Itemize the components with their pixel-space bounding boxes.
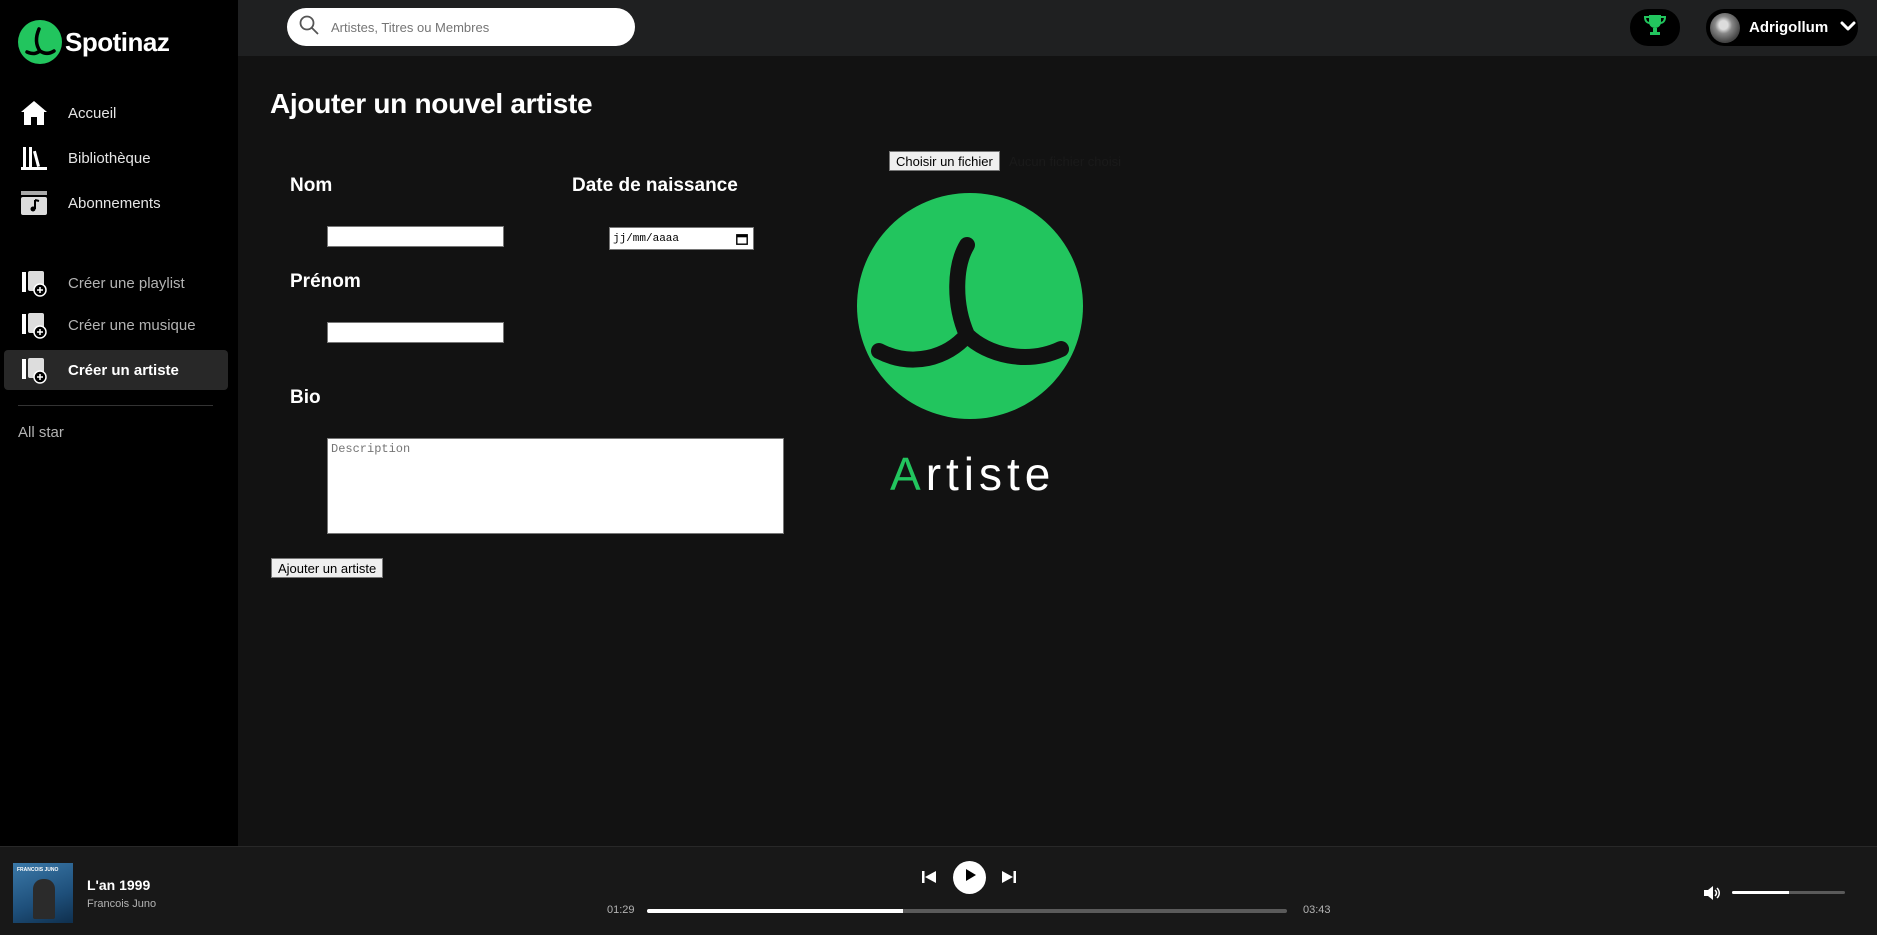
volume-fill: [1732, 891, 1789, 894]
progress-bar[interactable]: [647, 909, 1287, 913]
sidebar-item-accueil[interactable]: Accueil: [4, 93, 228, 133]
avatar: [1710, 12, 1740, 43]
next-button[interactable]: [1001, 869, 1017, 890]
logo-icon: [18, 20, 62, 64]
username: Adrigollum: [1749, 19, 1829, 36]
sidebar-item-creer-playlist[interactable]: Créer une playlist: [4, 263, 228, 303]
sidebar: Spotinaz Accueil Bibliothèque Abonnement…: [0, 0, 238, 846]
library-icon: [18, 142, 50, 174]
album-cover-text: FRANCOIS JUNO: [17, 867, 59, 873]
artist-preview-logo: [857, 193, 1083, 419]
trophy-button[interactable]: [1630, 9, 1680, 46]
previous-button[interactable]: [921, 869, 937, 890]
add-music-icon: [18, 309, 50, 341]
user-menu[interactable]: Adrigollum: [1706, 9, 1858, 46]
date-placeholder: jj/mm/aaaa: [613, 232, 680, 245]
play-button[interactable]: [953, 861, 986, 894]
app-name: Spotinaz: [65, 26, 170, 57]
sidebar-item-abonnements[interactable]: Abonnements: [4, 183, 228, 223]
sidebar-item-label: Accueil: [68, 104, 117, 122]
add-artist-icon: [18, 354, 50, 386]
total-duration: 03:43: [1303, 904, 1331, 916]
home-icon: [18, 97, 50, 129]
file-status: Aucun fichier choisi: [1009, 154, 1121, 169]
search-icon: [299, 15, 319, 40]
top-bar: Adrigollum: [238, 0, 1877, 56]
app-logo[interactable]: Spotinaz: [18, 20, 170, 64]
file-chooser-button[interactable]: Choisir un fichier: [889, 151, 1000, 171]
play-icon: [963, 868, 977, 887]
sidebar-item-label: Abonnements: [68, 194, 161, 212]
submit-button[interactable]: Ajouter un artiste: [271, 558, 384, 578]
date-field[interactable]: jj/mm/aaaa: [609, 227, 754, 250]
add-playlist-icon: [18, 267, 50, 299]
bio-textarea[interactable]: Description: [327, 438, 784, 534]
artist-preview-word: Artiste: [890, 448, 1056, 500]
prenom-label: Prénom: [290, 271, 361, 292]
sidebar-item-label: Créer une musique: [68, 316, 196, 334]
sidebar-item-label: Créer un artiste: [68, 361, 179, 379]
date-label: Date de naissance: [572, 175, 738, 196]
sidebar-playlist-item[interactable]: All star: [18, 424, 64, 441]
nom-field[interactable]: [327, 226, 504, 247]
calendar-icon[interactable]: [736, 233, 748, 249]
bio-placeholder: Description: [331, 442, 411, 456]
skip-next-icon: [1001, 869, 1017, 890]
player-bar: FRANCOIS JUNO L'an 1999 Francois Juno 01…: [0, 846, 1877, 935]
music-note-icon: [18, 187, 50, 219]
skip-previous-icon: [921, 869, 937, 890]
album-cover[interactable]: FRANCOIS JUNO: [13, 863, 73, 923]
volume-icon[interactable]: [1703, 885, 1721, 906]
sidebar-item-creer-musique[interactable]: Créer une musique: [4, 305, 228, 345]
track-title[interactable]: L'an 1999: [87, 877, 150, 893]
sidebar-item-creer-artiste[interactable]: Créer un artiste: [4, 350, 228, 390]
sidebar-item-label: Bibliothèque: [68, 149, 151, 167]
track-artist[interactable]: Francois Juno: [87, 898, 156, 910]
bio-label: Bio: [290, 387, 321, 408]
album-cover-figure: [33, 879, 55, 919]
trophy-icon: [1643, 13, 1667, 42]
prenom-field[interactable]: [327, 322, 504, 343]
search-input[interactable]: [331, 19, 621, 35]
sidebar-item-bibliotheque[interactable]: Bibliothèque: [4, 138, 228, 178]
page-title: Ajouter un nouvel artiste: [270, 88, 593, 119]
nom-label: Nom: [290, 175, 333, 196]
elapsed-time: 01:29: [607, 904, 635, 916]
chevron-down-icon: [1840, 19, 1856, 37]
progress-fill: [647, 909, 903, 913]
volume-slider[interactable]: [1732, 891, 1845, 894]
sidebar-item-label: Créer une playlist: [68, 274, 185, 292]
sidebar-divider: [18, 405, 213, 406]
search-bar[interactable]: [287, 8, 635, 46]
